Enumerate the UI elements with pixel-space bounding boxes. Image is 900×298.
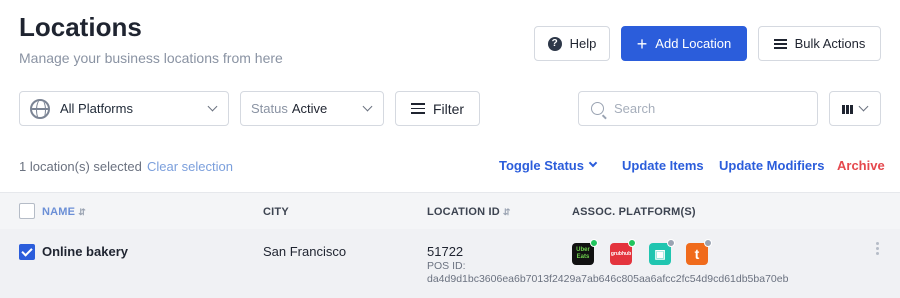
sort-icon: ⇵ <box>502 207 511 217</box>
column-header-name[interactable]: NAME ⇵ <box>42 206 86 218</box>
grubhub-icon[interactable]: grubhub <box>610 239 636 265</box>
deliveroo-icon[interactable]: ▣ <box>649 239 675 265</box>
pos-id-label: POS ID: <box>427 260 466 272</box>
toggle-status-button[interactable]: Toggle Status <box>499 158 584 173</box>
plus-icon: + <box>636 33 648 54</box>
status-dot <box>704 239 712 247</box>
help-icon: ? <box>547 36 562 51</box>
platform-select-value: All Platforms <box>60 101 133 116</box>
status-select[interactable]: Status Active <box>240 91 384 126</box>
column-header-platforms: ASSOC. PLATFORM(S) <box>572 206 696 218</box>
row-checkbox[interactable] <box>19 244 35 260</box>
add-location-label: Add Location <box>655 36 732 51</box>
status-select-value: Active <box>291 101 328 116</box>
status-dot <box>628 239 636 247</box>
location-name[interactable]: Online bakery <box>42 244 128 259</box>
thuisbezorgd-icon[interactable]: t <box>686 239 712 265</box>
search-input[interactable] <box>614 101 804 116</box>
more-options-icon[interactable] <box>876 242 879 255</box>
chevron-down-icon <box>362 101 373 112</box>
status-dot <box>667 239 675 247</box>
column-header-city: CITY <box>263 206 289 218</box>
location-city: San Francisco <box>263 244 347 259</box>
chevron-down-icon <box>858 101 869 112</box>
globe-icon <box>30 98 50 119</box>
list-icon <box>773 38 787 49</box>
page-subtitle: Manage your business locations from here <box>19 50 283 66</box>
filter-label: Filter <box>432 100 465 117</box>
table-header: NAME ⇵ CITY LOCATION ID ⇵ ASSOC. PLATFORM(… <box>0 192 900 229</box>
table-row[interactable]: Online bakery San Francisco 51722 POS ID… <box>0 229 900 298</box>
bulk-actions-button[interactable]: Bulk Actions <box>758 26 881 61</box>
selection-count: 1 location(s) selected <box>19 159 142 174</box>
search-icon <box>591 102 604 115</box>
add-location-button[interactable]: + Add Location <box>621 26 747 61</box>
update-modifiers-button[interactable]: Update Modifiers <box>719 158 824 173</box>
chevron-down-icon <box>207 101 218 112</box>
clear-selection-link[interactable]: Clear selection <box>147 159 233 174</box>
columns-icon <box>842 105 853 114</box>
uber-eats-icon[interactable]: Uber Eats <box>572 239 598 265</box>
platform-select[interactable]: All Platforms <box>19 91 229 126</box>
filter-icon <box>410 103 425 114</box>
column-selector[interactable] <box>829 91 881 126</box>
pos-id-value: da4d9d1bc3606ea6b7013f2429a7ab646c805aa6… <box>427 273 789 285</box>
help-button[interactable]: ? Help <box>534 26 610 61</box>
filter-button[interactable]: Filter <box>395 91 480 126</box>
bulk-actions-label: Bulk Actions <box>794 36 866 51</box>
search-box <box>578 91 818 126</box>
help-label: Help <box>569 36 597 51</box>
sort-icon: ⇵ <box>78 207 86 217</box>
status-dot <box>590 239 598 247</box>
column-header-location-id[interactable]: LOCATION ID ⇵ <box>427 206 511 218</box>
status-select-label: Status <box>251 101 288 116</box>
select-all-checkbox[interactable] <box>19 203 35 219</box>
page-title: Locations <box>19 12 142 42</box>
archive-button[interactable]: Archive <box>837 158 885 173</box>
chevron-down-icon[interactable] <box>588 158 598 168</box>
update-items-button[interactable]: Update Items <box>622 158 704 173</box>
location-id: 51722 <box>427 244 464 259</box>
